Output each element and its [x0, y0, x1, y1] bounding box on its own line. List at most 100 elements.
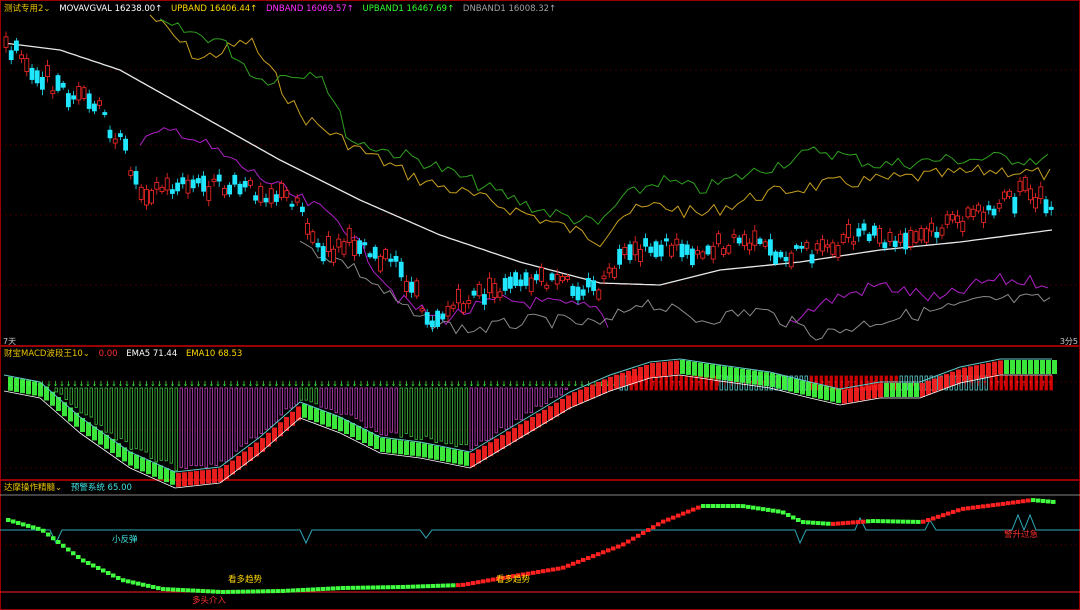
candle	[757, 238, 763, 245]
oscillator-block	[466, 581, 471, 586]
candle	[86, 93, 92, 109]
oscillator-block	[946, 511, 951, 516]
macd-step-block	[458, 450, 463, 465]
candle	[455, 289, 461, 304]
macd-step-block	[272, 427, 277, 442]
oscillator-block	[1051, 499, 1056, 504]
macd-step-block	[1004, 360, 1009, 374]
candle	[752, 230, 758, 246]
candle	[955, 215, 960, 224]
trading-chart[interactable]: ↓ ↓ ↓ ↓ ↓ ↓ ↓ ↓ ↓ ↓ ↓ ↓ ↓ ↓ ↓ ↓ ↓ ↓ ↓ ↓ ↓ ↓ ↓ ↓ ↓ ↓ ↓ ↓ ↓ ↓ ↓ ↓ ↓ ↓ ↓ ↓ ↓ ↓ ↓ ↓…	[0, 0, 1080, 610]
candle	[539, 267, 544, 282]
macd-step-block	[320, 410, 325, 425]
macd-histogram-bar	[274, 387, 278, 423]
signal-arrow-icon: ↑	[729, 380, 735, 388]
macd-histogram-bar	[259, 387, 263, 434]
signal-arrow-icon: ↓	[280, 380, 286, 388]
macd-histogram-bar	[194, 387, 198, 467]
macd-histogram-bar	[319, 387, 323, 408]
candle	[565, 276, 570, 280]
candle	[310, 231, 316, 243]
signal-arrow-icon: ↑	[709, 380, 715, 388]
macd-histogram-bar	[489, 387, 493, 440]
signal-arrow-icon: ↓	[456, 380, 462, 388]
macd-step-block	[830, 387, 835, 402]
oscillator-block	[666, 517, 671, 522]
candle	[929, 222, 934, 232]
candle	[180, 177, 186, 185]
macd-histogram-bar	[334, 387, 338, 414]
candle	[690, 248, 695, 266]
signal-arrow-icon: ↓	[98, 380, 104, 388]
signal-arrow-icon: ↑	[644, 380, 650, 388]
signal-arrow-icon: ↓	[163, 380, 169, 388]
signal-arrow-icon: ↓	[560, 380, 566, 388]
candle	[263, 197, 269, 203]
candle	[112, 138, 118, 144]
macd-step-block	[950, 371, 955, 386]
candle	[970, 208, 976, 217]
candle	[736, 237, 742, 244]
chart-canvas[interactable]: ↓ ↓ ↓ ↓ ↓ ↓ ↓ ↓ ↓ ↓ ↓ ↓ ↓ ↓ ↓ ↓ ↓ ↓ ↓ ↓ ↓ ↓ ↓ ↓ ↓ ↓ ↓ ↓ ↓ ↓ ↓ ↓ ↓ ↓ ↓ ↓ ↓ ↓ ↓ ↓…	[0, 0, 1080, 610]
oscillator-block	[391, 585, 396, 590]
signal-arrow-icon: ↓	[462, 380, 468, 388]
macd-step-block	[38, 382, 43, 397]
oscillator-block	[461, 582, 466, 587]
macd-histogram-bar	[359, 387, 363, 422]
candle	[648, 246, 654, 253]
macd-histogram-bar	[414, 387, 418, 440]
candle	[206, 186, 212, 201]
signal-arrow-icon: ↓	[384, 380, 390, 388]
candle	[726, 245, 732, 254]
indicator-name-osc[interactable]: 达摩操作精髓⌄	[4, 483, 65, 493]
macd-step-block	[512, 427, 517, 442]
candle	[232, 174, 238, 185]
signal-arrow-icon: ↓	[170, 380, 176, 388]
signal-arrow-icon: ↑	[1034, 380, 1040, 388]
macd-step-block	[656, 362, 661, 377]
candle	[960, 220, 966, 232]
macd-step-block	[1016, 360, 1021, 374]
oscillator-block	[136, 581, 141, 586]
signal-arrow-icon: ↓	[371, 380, 377, 388]
oscillator-block	[476, 580, 481, 585]
main-legend: 测试专用2⌄ MOVAVGVAL 16238.00↑ UPBAND 16406.…	[4, 3, 562, 15]
macd-step-block	[602, 379, 607, 394]
candle	[721, 248, 726, 255]
macd-histogram-bar	[494, 387, 498, 434]
candle	[716, 233, 721, 245]
oscillator-block	[676, 513, 681, 518]
indicator-name-macd[interactable]: 财宝MACD波段王10⌄	[4, 349, 93, 359]
macd-histogram-bar	[239, 387, 243, 447]
macd-step-block	[452, 449, 457, 464]
macd-step-block	[374, 435, 379, 449]
indicator-name-main[interactable]: 测试专用2⌄	[4, 4, 53, 14]
macd-histogram-bar	[314, 387, 318, 405]
signal-arrow-icon: ↑	[833, 380, 839, 388]
oscillator-block	[936, 514, 941, 519]
macd-histogram-bar	[289, 387, 293, 409]
legend-movavgval: MOVAVGVAL 16238.00↑	[59, 4, 163, 14]
signal-arrow-icon: ↓	[274, 380, 280, 388]
oscillator-block	[631, 536, 636, 541]
macd-histogram-bar	[179, 387, 183, 468]
oscillator-block	[916, 519, 921, 524]
macd-histogram-bar	[539, 387, 543, 407]
oscillator-block	[116, 576, 121, 580]
macd-histogram-bar	[524, 387, 528, 414]
candle	[664, 238, 669, 242]
candle	[24, 58, 30, 72]
candle	[1022, 176, 1028, 192]
macd-histogram-bar	[209, 387, 213, 465]
macd-histogram-bar	[484, 387, 488, 441]
oscillator-block	[41, 528, 46, 533]
annotation-bullish-trend: 看多趋势	[228, 575, 263, 585]
candle	[788, 252, 794, 268]
candle	[268, 188, 274, 204]
oscillator-block	[971, 505, 976, 510]
oscillator-block	[566, 563, 571, 568]
candle	[986, 205, 992, 211]
oscillator-block	[891, 519, 896, 524]
candle	[377, 255, 383, 272]
signal-arrow-icon: ↓	[566, 380, 572, 388]
